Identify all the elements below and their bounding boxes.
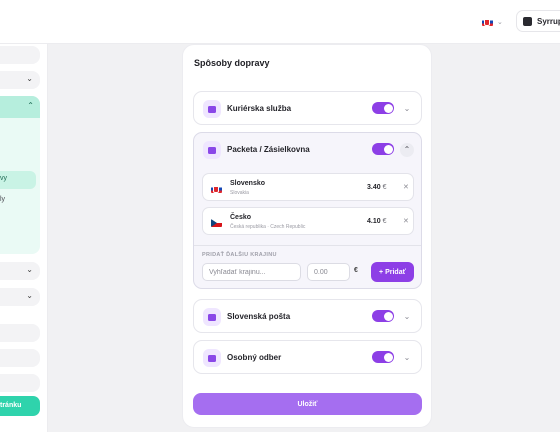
- country-name: Česko: [230, 214, 252, 221]
- price-value: 3.40: [367, 184, 381, 191]
- country-row: Slovensko Slovakia 3.40 € ✕: [202, 173, 414, 201]
- language-selector[interactable]: ⌄: [477, 12, 507, 32]
- country-name: Slovensko: [230, 180, 266, 187]
- country-row: Česko Česká republika · Czech Republic 4…: [202, 207, 414, 235]
- method-name: Slovenská pošta: [227, 312, 291, 321]
- sidebar-subitem-active[interactable]: vy: [0, 171, 36, 189]
- method-name: Kuriérska služba: [227, 104, 292, 113]
- sidebar: ⌄ ⌃ vy ly ⌄ ⌄ tránku: [0, 44, 48, 432]
- shipping-method-courier[interactable]: Kuriérska služba ⌄: [193, 91, 422, 125]
- chevron-up-icon: ⌃: [27, 101, 34, 110]
- price-value: 4.10: [367, 218, 381, 225]
- price-currency: €: [382, 184, 387, 191]
- add-country-section: PRIDAŤ ĎALŠIU KRAJINU € + Pridať: [194, 245, 421, 282]
- method-name: Packeta / Zásielkovna: [227, 145, 310, 154]
- country-price: 4.10 €: [367, 218, 386, 225]
- add-country-button[interactable]: + Pridať: [371, 262, 414, 282]
- method-header[interactable]: Packeta / Zásielkovna ⌃: [194, 133, 421, 167]
- chevron-down-icon[interactable]: ⌄: [400, 102, 414, 116]
- chevron-down-icon: ⌄: [26, 291, 33, 300]
- close-icon[interactable]: ✕: [403, 183, 409, 191]
- slovakia-flag-icon: [211, 185, 222, 193]
- chevron-down-icon: ⌄: [26, 74, 33, 83]
- method-toggle[interactable]: [372, 102, 394, 114]
- sidebar-item[interactable]: [0, 349, 40, 367]
- card-title: Spôsoby dopravy: [194, 58, 270, 68]
- top-bar: ⌄ Syrrup: [0, 0, 560, 44]
- method-name: Osobný odber: [227, 353, 282, 362]
- shipping-method-pickup[interactable]: Osobný odber ⌄: [193, 340, 422, 374]
- czech-flag-icon: [211, 219, 222, 227]
- sidebar-item[interactable]: [0, 46, 40, 64]
- truck-icon: [203, 100, 221, 118]
- box-icon: [203, 141, 221, 159]
- country-subtitle: Česká republika · Czech Republic: [230, 224, 306, 230]
- store-icon: [203, 349, 221, 367]
- price-currency: €: [382, 218, 387, 225]
- close-icon[interactable]: ✕: [403, 217, 409, 225]
- chevron-up-icon[interactable]: ⌃: [400, 143, 414, 157]
- sidebar-subitem[interactable]: ly: [0, 196, 5, 203]
- sidebar-cta-button[interactable]: tránku: [0, 396, 40, 416]
- add-country-label: PRIDAŤ ĎALŠIU KRAJINU: [202, 252, 277, 258]
- currency-label: €: [354, 267, 358, 274]
- layers-icon: [523, 16, 532, 26]
- store-name: Syrrup: [537, 16, 560, 26]
- sidebar-group-header[interactable]: ⌃: [0, 96, 40, 118]
- store-selector[interactable]: Syrrup: [516, 10, 560, 32]
- chevron-down-icon: ⌄: [497, 19, 503, 26]
- sidebar-item[interactable]: ⌄: [0, 71, 40, 89]
- sidebar-item[interactable]: ⌄: [0, 262, 40, 280]
- sidebar-cta-label: tránku: [0, 402, 22, 409]
- sidebar-subitem-label: vy: [0, 175, 7, 182]
- chevron-down-icon[interactable]: ⌄: [400, 310, 414, 324]
- sidebar-subitem-label: ly: [0, 196, 6, 203]
- method-toggle[interactable]: [372, 351, 394, 363]
- sidebar-item[interactable]: ⌄: [0, 288, 40, 306]
- slovakia-flag-icon: [482, 18, 493, 26]
- country-subtitle: Slovakia: [230, 190, 249, 196]
- country-search-input[interactable]: [202, 263, 301, 281]
- chevron-down-icon: ⌄: [26, 265, 33, 274]
- shipping-method-slovak-post[interactable]: Slovenská pošta ⌄: [193, 299, 422, 333]
- shipping-method-packeta: Packeta / Zásielkovna ⌃ Slovensko Slovak…: [193, 132, 422, 289]
- save-button[interactable]: Uložiť: [193, 393, 422, 415]
- shipping-methods-card: Spôsoby dopravy Kuriérska služba ⌄ Packe…: [182, 44, 432, 428]
- price-input[interactable]: [307, 263, 350, 281]
- country-price: 3.40 €: [367, 184, 386, 191]
- method-toggle[interactable]: [372, 143, 394, 155]
- sidebar-item[interactable]: [0, 324, 40, 342]
- sidebar-item[interactable]: [0, 374, 40, 392]
- chevron-down-icon[interactable]: ⌄: [400, 351, 414, 365]
- method-toggle[interactable]: [372, 310, 394, 322]
- truck-icon: [203, 308, 221, 326]
